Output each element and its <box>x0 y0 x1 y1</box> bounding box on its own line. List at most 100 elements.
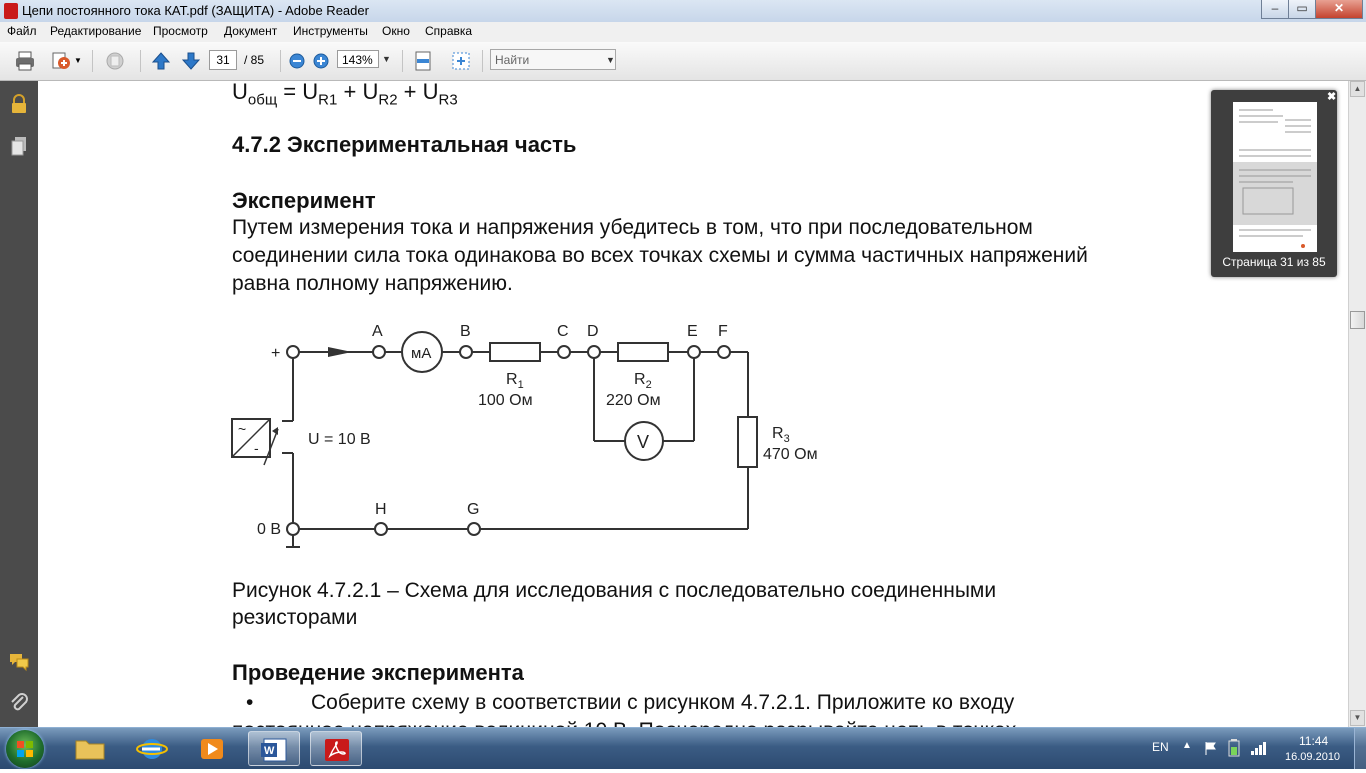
action-center-flag-icon[interactable] <box>1203 740 1219 756</box>
comments-icon[interactable] <box>8 651 30 673</box>
taskbar-internet-explorer[interactable] <box>126 731 178 766</box>
terminal-plus <box>286 345 300 359</box>
scroll-up-button[interactable]: ▲ <box>1350 81 1365 97</box>
print-icon[interactable] <box>14 50 36 72</box>
share-dropdown-icon[interactable]: ▼ <box>74 56 82 65</box>
source-dc-symbol: - <box>254 440 259 456</box>
zoom-level-input[interactable]: 143% <box>337 50 379 68</box>
resistor-r1 <box>489 342 541 362</box>
window-title: Цепи постоянного тока КАТ.pdf (ЗАЩИТА) -… <box>22 3 369 18</box>
menu-file[interactable]: Файл <box>7 24 37 38</box>
formula-sub-r3: R3 <box>438 91 458 109</box>
close-icon[interactable]: ✖ <box>1327 90 1336 103</box>
taskbar-media-player[interactable] <box>186 731 238 766</box>
formula-sub-r1: R1 <box>318 91 338 109</box>
terminal-zero <box>286 522 300 536</box>
adobe-reader-icon <box>325 739 349 761</box>
fit-page-icon[interactable] <box>450 50 472 72</box>
r2-label: R2 <box>634 371 652 391</box>
zero-volt-label: 0 В <box>257 521 281 538</box>
paragraph-line: Путем измерения тока и напряжения убедит… <box>232 216 1033 239</box>
page-thumbnail[interactable] <box>1233 102 1317 252</box>
zoom-in-icon[interactable] <box>312 52 330 70</box>
zoom-dropdown-icon[interactable]: ▼ <box>382 54 391 64</box>
adobe-reader-icon <box>4 3 18 19</box>
folder-icon <box>75 740 105 760</box>
search-input[interactable]: Найти <box>490 49 616 70</box>
formula-sub-r2: R2 <box>378 91 398 109</box>
media-player-icon <box>201 739 223 759</box>
menu-document[interactable]: Документ <box>224 24 277 38</box>
taskbar-adobe-reader[interactable] <box>310 731 362 766</box>
clock-date[interactable]: 16.09.2010 <box>1285 751 1340 763</box>
terminal-c <box>557 345 571 359</box>
toolbar-separator <box>280 50 281 72</box>
navigation-pane <box>0 81 38 727</box>
windows-logo-icon <box>17 741 33 757</box>
minimize-button[interactable]: – <box>1261 0 1289 19</box>
menu-help[interactable]: Справка <box>425 24 472 38</box>
start-button[interactable] <box>6 730 44 768</box>
thumbnail-label: Страница 31 из 85 <box>1222 255 1326 269</box>
svg-text:W: W <box>264 745 275 757</box>
word-icon: W <box>261 738 287 762</box>
source-ac-symbol: ~ <box>238 421 246 437</box>
taskbar-word[interactable]: W <box>248 731 300 766</box>
battery-icon[interactable] <box>1228 739 1240 757</box>
terminal-g <box>467 522 481 536</box>
bullet-text: постоянное напряжение величиной 10 В. По… <box>232 719 1016 727</box>
resistor-r3 <box>737 416 758 468</box>
attachment-icon[interactable] <box>8 691 30 713</box>
lock-icon[interactable] <box>8 93 30 115</box>
menu-tools[interactable]: Инструменты <box>293 24 368 38</box>
node-label-c: C <box>557 323 569 340</box>
fit-width-icon[interactable] <box>412 50 434 72</box>
terminal-h <box>374 522 388 536</box>
next-page-icon[interactable] <box>180 50 202 72</box>
figure-caption-line: Рисунок 4.7.2.1 – Схема для исследования… <box>232 579 997 602</box>
ammeter-label: мА <box>411 345 431 362</box>
previous-page-icon[interactable] <box>150 50 172 72</box>
source-voltage-label: U = 10 В <box>308 431 371 448</box>
node-label-h: H <box>375 501 387 518</box>
maximize-button[interactable]: ▭ <box>1288 0 1316 19</box>
taskbar-explorer[interactable] <box>64 731 116 766</box>
node-label-g: G <box>467 501 479 518</box>
figure-caption-line: резисторами <box>232 606 358 629</box>
formula-u: U <box>422 81 439 104</box>
toolbar-separator <box>92 50 93 72</box>
menu-view[interactable]: Просмотр <box>153 24 208 38</box>
pages-icon[interactable] <box>8 135 30 157</box>
formula-eq: = <box>283 81 297 104</box>
node-label-e: E <box>687 323 698 340</box>
share-icon[interactable] <box>50 50 72 72</box>
formula-sub-total: общ <box>247 91 278 109</box>
resistor-r2 <box>617 342 669 362</box>
node-label-b: B <box>460 323 471 340</box>
close-button[interactable]: ✕ <box>1315 0 1363 19</box>
terminal-f <box>717 345 731 359</box>
terminal-a <box>372 345 386 359</box>
circuit-diagram: A B C D E F H G + 0 В U = 10 В ~ - мА V … <box>231 323 818 548</box>
show-hidden-icons-icon[interactable]: ▲ <box>1182 740 1192 751</box>
clock-time[interactable]: 11:44 <box>1299 734 1328 748</box>
menu-edit[interactable]: Редактирование <box>50 24 141 38</box>
language-indicator[interactable]: EN <box>1152 740 1169 754</box>
menu-window[interactable]: Окно <box>382 24 410 38</box>
page-number-input[interactable]: 31 <box>209 50 237 70</box>
formula-line: Uобщ = UR1 + UR2 + UR3 <box>232 81 458 108</box>
scroll-down-button[interactable]: ▼ <box>1350 710 1365 726</box>
zoom-out-icon[interactable] <box>288 52 306 70</box>
search-dropdown-icon[interactable]: ▼ <box>606 55 615 65</box>
r3-value: 470 Ом <box>763 446 818 463</box>
show-desktop-button[interactable] <box>1354 728 1366 769</box>
scrollbar-thumb[interactable] <box>1350 311 1365 329</box>
menu-bar: Файл Редактирование Просмотр Документ Ин… <box>0 22 1366 43</box>
vertical-scrollbar[interactable]: ▲ ▼ <box>1348 81 1366 727</box>
toolbar-separator <box>402 50 403 72</box>
formula-u: U <box>302 81 319 104</box>
network-icon[interactable] <box>1250 740 1268 756</box>
current-arrow-icon <box>328 347 352 357</box>
terminal-e <box>687 345 701 359</box>
formula-plus: + <box>403 81 417 104</box>
